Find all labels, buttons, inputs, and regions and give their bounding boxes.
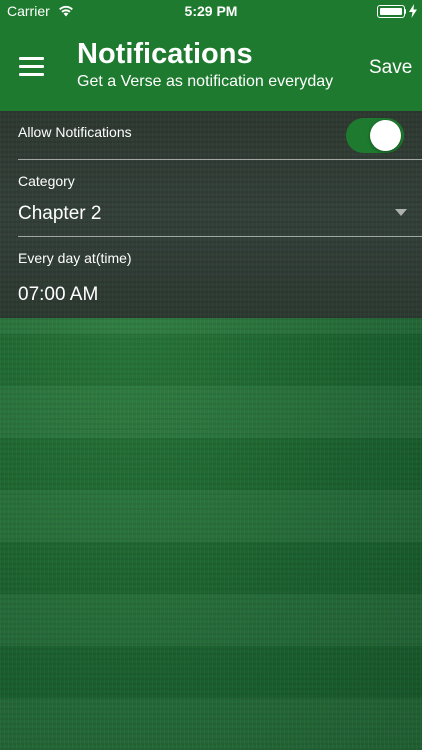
charging-bolt-icon <box>409 4 417 18</box>
page-subtitle: Get a Verse as notification everyday <box>77 73 334 90</box>
battery-tip <box>404 9 406 14</box>
notification-settings-panel: Allow Notifications Category Chapter 2 E… <box>0 111 422 318</box>
hamburger-menu-icon[interactable] <box>19 57 44 76</box>
page-title: Notifications <box>77 38 253 70</box>
status-bar: Carrier 5:29 PM <box>0 0 422 24</box>
allow-notifications-toggle[interactable] <box>346 118 404 153</box>
battery-icon <box>377 5 405 18</box>
toggle-knob <box>370 120 401 151</box>
category-value: Chapter 2 <box>18 203 102 224</box>
allow-notifications-label: Allow Notifications <box>18 124 132 140</box>
divider <box>18 236 422 237</box>
time-label: Every day at(time) <box>18 250 132 266</box>
dropdown-triangle-icon <box>395 209 407 216</box>
time-picker-value[interactable]: 07:00 AM <box>18 284 98 306</box>
save-button[interactable]: Save <box>369 57 412 79</box>
divider <box>18 159 422 160</box>
navigation-bar: Notifications Get a Verse as notificatio… <box>0 24 422 111</box>
category-select[interactable]: Chapter 2 <box>18 199 422 229</box>
category-label: Category <box>18 173 75 189</box>
status-time: 5:29 PM <box>184 3 238 19</box>
